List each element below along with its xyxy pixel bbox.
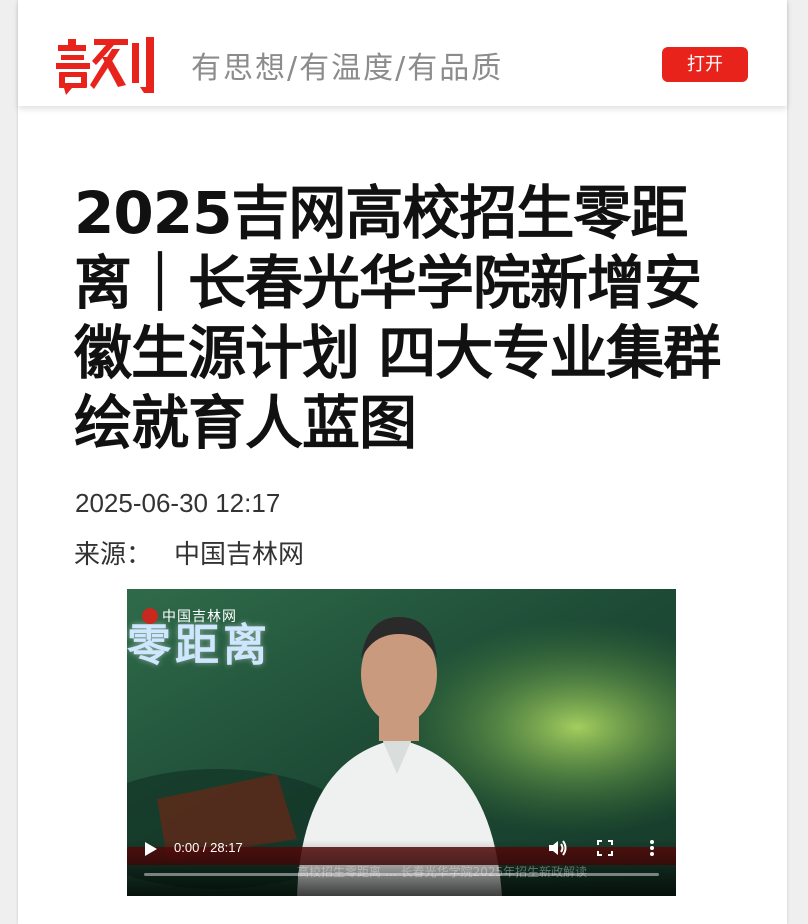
video-progress-bar[interactable] [144, 873, 659, 876]
video-ticker: 高校招生零距离 … 长春光华学院2025年招生新政解读 [297, 865, 588, 879]
play-icon[interactable] [144, 841, 158, 857]
publish-date: 2025-06-30 12:17 [75, 488, 281, 518]
video-player[interactable]: 零距离 中国吉林网 高校招生零距离 … 长春光华学院2025年招生新政解读 0:… [127, 589, 676, 896]
video-time: 0:00 / 28:17 [174, 840, 243, 855]
slogan: 有思想/有温度/有品质 [191, 51, 504, 86]
source-name: 中国吉林网 [174, 540, 305, 570]
channel-name: 中国吉林网 [162, 609, 237, 625]
volume-icon[interactable] [548, 839, 568, 857]
more-options-icon[interactable] [649, 839, 655, 857]
app-logo[interactable] [56, 35, 160, 95]
article-title: 2025吉网高校招生零距离｜长春光华学院新增安徽生源计划 四大专业集群绘就育人蓝… [74, 179, 721, 457]
article-source: 来源： 中国吉林网 [74, 534, 304, 571]
logo-icon [56, 37, 154, 95]
fullscreen-icon[interactable] [597, 840, 613, 856]
open-app-button[interactable]: 打开 [662, 47, 748, 82]
channel-logo-icon [142, 608, 158, 624]
article-page: 有思想/有温度/有品质 打开 2025吉网高校招生零距离｜长春光华学院新增安徽生… [18, 0, 787, 924]
top-bar: 有思想/有温度/有品质 打开 [18, 0, 787, 106]
source-label: 来源： [74, 540, 153, 570]
channel-watermark: 中国吉林网 [142, 606, 237, 626]
